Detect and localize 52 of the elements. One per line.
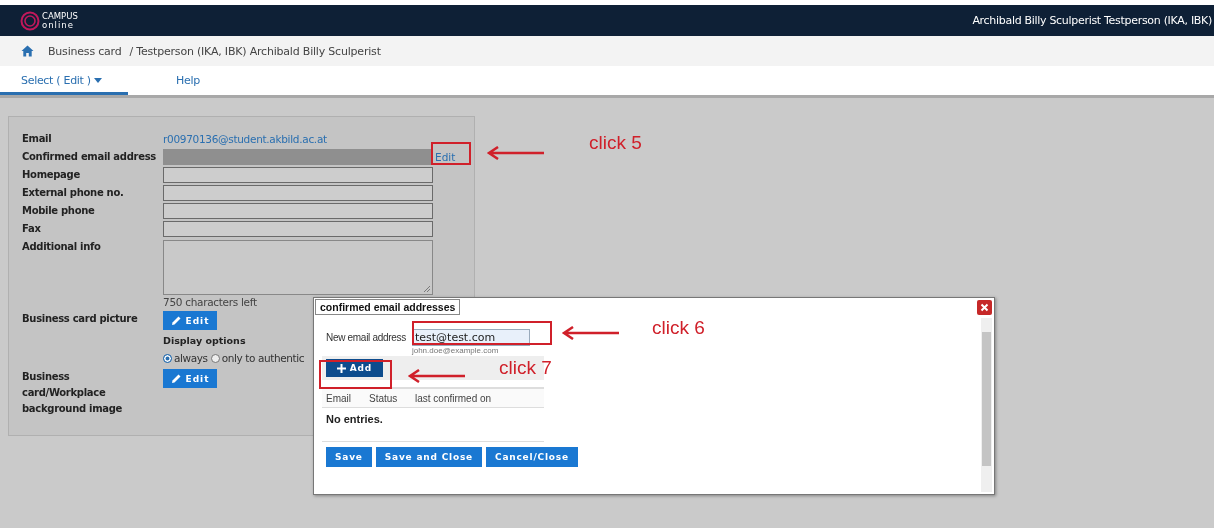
input-field[interactable] [163,185,433,201]
highlight-frame [431,142,471,165]
field-label: Additional info [22,240,102,254]
tab[interactable]: Help [128,66,256,95]
input-field[interactable] [163,167,433,183]
close-icon[interactable] [977,300,992,315]
annotation-label: click 7 [499,357,552,379]
logo-icon [20,10,40,31]
user-menu[interactable]: Archibald Billy Sculperist Testperson (IKA, IBK) [972,14,1214,27]
field-label: Homepage [22,168,81,182]
field-label: Business card/Workplace background image [22,370,124,416]
edit-button[interactable]: Edit [163,311,217,330]
field-label: Confirmed email address [22,150,157,164]
email-link[interactable]: r00970136@student.akbild.ac.at [163,130,327,148]
logo-subtext: online [42,20,75,30]
dialog-button[interactable]: Save and Close [375,447,482,467]
pencil-icon [170,373,182,384]
edit-button[interactable]: Edit [163,369,217,388]
section-label: Display options [163,334,246,348]
scrollbar[interactable] [981,318,992,492]
input-field[interactable] [163,203,433,219]
annotation-label: click 6 [652,317,705,339]
field-label: External phone no. [22,186,125,200]
field-label: Fax [22,222,42,236]
input-hint: john.doe@example.com [411,346,500,356]
logo-text: CAMPUS [42,11,78,21]
column-header: last confirmed on [415,392,492,404]
dialog-button[interactable]: Cancel/Close [486,447,578,467]
tab[interactable]: Select ( Edit ) [0,66,128,95]
radio-option[interactable]: always [163,351,208,365]
breadcrumb-path: / Testperson (IKA, IBK) Archibald Billy Sculperist [129,44,381,58]
arrow [486,146,546,160]
text-area[interactable] [163,240,433,295]
dialog-button[interactable]: Save [326,447,372,467]
dialog-title: confirmed email addresses [315,299,461,315]
field-label: Email [22,132,53,146]
resize-grip-icon[interactable] [424,286,430,292]
field-label: Business card picture [22,312,139,326]
empty-message: No entries. [322,408,544,442]
arrow [407,369,467,383]
breadcrumb-link[interactable]: Business card [48,44,122,58]
field-label: New email address [325,331,406,345]
plus-icon [336,363,346,373]
home-icon[interactable] [21,45,34,57]
field-label: Mobile phone [22,204,96,218]
character-counter: 750 characters left [163,295,257,309]
radio-option[interactable]: only to authentic [210,351,305,365]
pencil-icon [170,315,182,326]
input-field[interactable] [163,221,433,237]
column-header: Status [369,392,399,404]
column-header: Email [325,392,352,404]
annotation-label: click 5 [589,132,642,154]
